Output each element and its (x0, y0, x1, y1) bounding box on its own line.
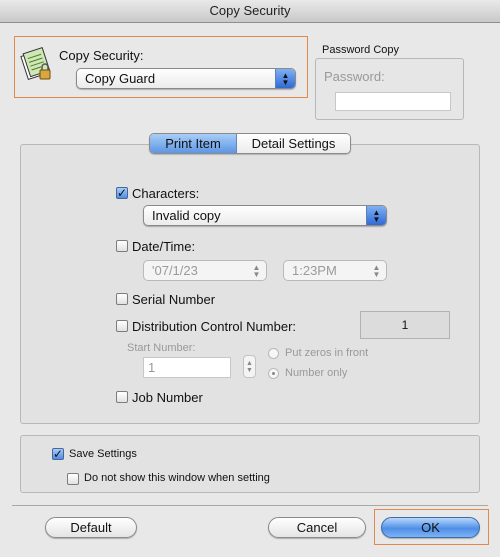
date-time-checkbox[interactable] (116, 240, 128, 252)
start-number-stepper[interactable]: ▲ ▼ (243, 355, 256, 378)
copy-security-value: Copy Guard (85, 71, 156, 86)
job-number-checkbox[interactable] (116, 391, 128, 403)
characters-popup[interactable]: Invalid copy ▲ ▼ (143, 205, 387, 226)
save-settings-checkbox[interactable]: ✓ (52, 448, 64, 460)
save-settings-label: Save Settings (69, 448, 137, 460)
copy-security-icon (20, 46, 54, 82)
time-stepper-field[interactable]: 1:23PM ▲ ▼ (283, 260, 387, 281)
window-title-bar: Copy Security (0, 0, 500, 23)
distribution-control-label: Distribution Control Number: (132, 319, 297, 334)
copy-security-popup[interactable]: Copy Guard ▲ ▼ (76, 68, 296, 89)
start-number-label: Start Number: (127, 342, 196, 354)
print-item-group (20, 144, 480, 424)
stepper-up-icon: ▲ (246, 359, 253, 367)
distribution-control-value[interactable]: 1 (360, 311, 450, 339)
job-number-label: Job Number (132, 390, 203, 405)
date-stepper-field[interactable]: '07/1/23 ▲ ▼ (143, 260, 267, 281)
tab-control: Print Item Detail Settings (149, 133, 351, 154)
tab-detail-settings[interactable]: Detail Settings (237, 134, 350, 153)
put-zeros-label: Put zeros in front (285, 347, 369, 359)
stepper-down-icon: ▼ (246, 366, 253, 374)
password-input[interactable] (335, 92, 451, 111)
password-label: Password: (324, 69, 385, 84)
cancel-button[interactable]: Cancel (268, 517, 366, 538)
copy-security-label: Copy Security: (59, 48, 144, 63)
do-not-show-label: Do not show this window when setting (84, 472, 270, 484)
time-value: 1:23PM (292, 263, 337, 278)
tab-print-item[interactable]: Print Item (150, 134, 237, 153)
settings-group (20, 435, 480, 493)
do-not-show-checkbox[interactable] (67, 473, 79, 485)
checkmark-icon: ✓ (53, 447, 64, 461)
ok-button[interactable]: OK (381, 517, 480, 538)
checkmark-icon: ✓ (117, 186, 128, 200)
distribution-control-checkbox[interactable] (116, 320, 128, 332)
chevron-updown-icon: ▲ ▼ (372, 262, 381, 279)
characters-checkbox[interactable]: ✓ (116, 187, 128, 199)
characters-value: Invalid copy (152, 208, 221, 223)
chevron-updown-icon: ▲ ▼ (275, 69, 295, 88)
footer-separator (12, 505, 488, 506)
start-number-input[interactable]: 1 (143, 357, 231, 378)
password-copy-label: Password Copy (322, 44, 400, 56)
chevron-updown-icon: ▲ ▼ (252, 262, 261, 279)
chevron-updown-icon: ▲ ▼ (366, 206, 386, 225)
number-only-radio[interactable] (268, 368, 279, 379)
default-button[interactable]: Default (45, 517, 137, 538)
serial-number-checkbox[interactable] (116, 293, 128, 305)
put-zeros-radio[interactable] (268, 348, 279, 359)
date-time-label: Date/Time: (132, 239, 196, 254)
serial-number-label: Serial Number (132, 292, 216, 307)
number-only-label: Number only (285, 367, 348, 379)
window-title: Copy Security (209, 3, 291, 18)
date-value: '07/1/23 (152, 263, 198, 278)
characters-label: Characters: (132, 186, 200, 201)
